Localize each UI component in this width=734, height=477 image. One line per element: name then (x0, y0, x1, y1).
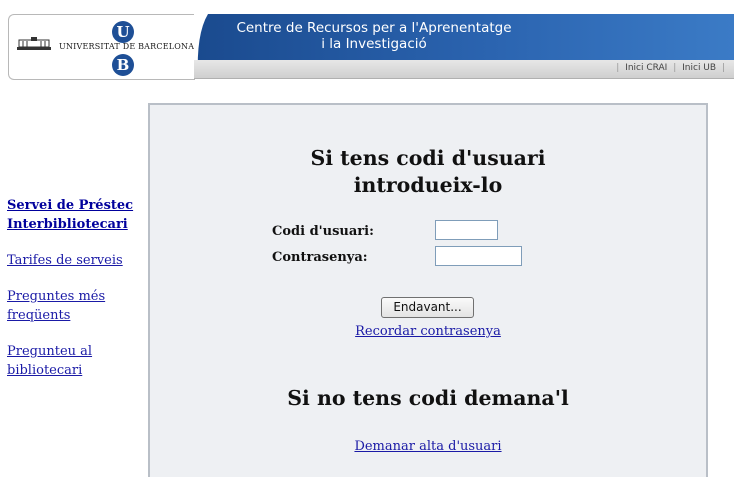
banner-title-line1: Centre de Recursos per a l'Aprenentatge (236, 20, 512, 36)
separator: | (616, 63, 620, 73)
sidebar-item-tarifes[interactable]: Tarifes de serveis (7, 251, 147, 270)
request-account-link[interactable]: Demanar alta d'usuari (150, 439, 706, 454)
password-input[interactable] (435, 246, 522, 266)
user-code-input[interactable] (435, 220, 498, 240)
password-label: Contrasenya: (272, 250, 368, 265)
login-heading: Si tens codi d'usuari introdueix-lo (150, 145, 706, 199)
logo-mark: U B (112, 21, 134, 76)
header-subbar: | Inici CRAI | Inici UB | (194, 60, 734, 79)
user-code-label: Codi d'usuari: (272, 224, 374, 239)
login-panel: Si tens codi d'usuari introdueix-lo Codi… (148, 103, 708, 477)
submit-button[interactable]: Endavant... (381, 297, 474, 318)
sidebar: Servei de Préstec Interbibliotecari Tari… (7, 196, 147, 397)
header-links: | Inici CRAI | Inici UB | (613, 63, 728, 73)
link-inici-crai[interactable]: Inici CRAI (625, 63, 667, 73)
logo-letter-u: U (112, 21, 134, 43)
university-logo[interactable]: UNIVERSITAT DE BARCELONA U B (8, 14, 195, 80)
building-icon (17, 37, 51, 50)
link-inici-ub[interactable]: Inici UB (682, 63, 716, 73)
login-heading-line1: Si tens codi d'usuari (310, 146, 546, 170)
separator: | (721, 63, 725, 73)
banner-title-line2: i la Investigació (321, 36, 427, 52)
register-heading: Si no tens codi demana'l (287, 386, 569, 410)
login-heading-line2: introdueix-lo (353, 173, 503, 197)
site-header: UNIVERSITAT DE BARCELONA U B Centre de R… (8, 14, 734, 80)
remember-password-link[interactable]: Recordar contrasenya (150, 324, 706, 339)
sidebar-item-pregunteu[interactable]: Pregunteu al bibliotecari (7, 342, 147, 380)
banner-title: Centre de Recursos per a l'Aprenentatge … (194, 20, 554, 52)
logo-letter-b: B (112, 54, 134, 76)
sidebar-item-servei-prestec[interactable]: Servei de Préstec Interbibliotecari (7, 196, 147, 234)
sidebar-item-preguntes[interactable]: Preguntes més freqüents (7, 287, 147, 325)
separator: | (673, 63, 677, 73)
